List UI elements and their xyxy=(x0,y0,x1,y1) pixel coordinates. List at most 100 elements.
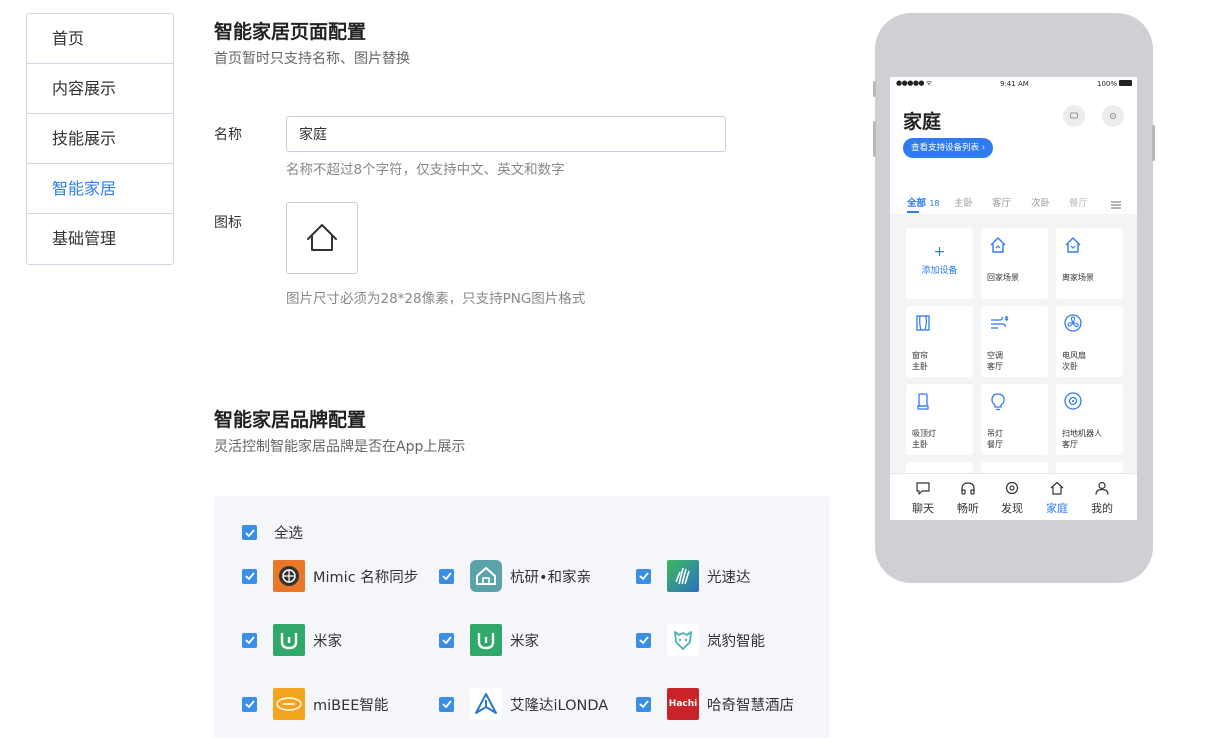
curtain-icon xyxy=(916,315,930,331)
tab-discover[interactable]: 发现 xyxy=(992,480,1032,516)
page-config-subtitle: 首页暂时只支持名称、图片替换 xyxy=(214,51,410,67)
menu-item-smart-home[interactable]: 智能家居 xyxy=(27,164,173,214)
signal-indicator: ●●●●● ᯤ xyxy=(896,79,932,87)
name-hint: 名称不超过8个字符，仅支持中文、英文和数字 xyxy=(286,162,565,178)
hejiaqin-logo xyxy=(470,560,502,592)
brand-checkbox[interactable] xyxy=(636,568,651,584)
tab-all-count: 18 xyxy=(929,199,940,208)
tab-me-label: 我的 xyxy=(1091,502,1113,515)
brand-checkbox[interactable] xyxy=(636,696,651,712)
name-input[interactable] xyxy=(286,116,726,152)
brand-name: 哈奇智慧酒店 xyxy=(707,697,794,714)
tab-home[interactable]: 家庭 xyxy=(1037,480,1077,516)
brand-config-subtitle: 灵活控制智能家居品牌是否在App上展示 xyxy=(214,439,466,455)
device-card[interactable]: 回家场景 xyxy=(981,228,1048,299)
mijia-logo xyxy=(470,624,502,656)
tab-all[interactable]: 全部 18 xyxy=(907,195,940,209)
tab-me[interactable]: 我的 xyxy=(1082,480,1122,516)
tab-second-bedroom[interactable]: 次卧 xyxy=(1031,195,1050,209)
home-icon xyxy=(1050,481,1064,495)
discover-icon xyxy=(1005,481,1019,495)
tab-chat-label: 聊天 xyxy=(912,502,934,515)
device-list-button[interactable]: 查看支持设备列表 › xyxy=(903,138,994,158)
hachi-logo: Hachi xyxy=(667,688,699,720)
icon-upload-box[interactable] xyxy=(286,202,358,274)
mibee-logo xyxy=(273,688,305,720)
select-all-row: 全选 xyxy=(242,522,303,543)
select-all-checkbox[interactable] xyxy=(242,525,257,540)
brand-checkbox[interactable] xyxy=(242,696,257,712)
brand-item: 艾隆达iLONDA xyxy=(439,688,608,720)
device-card[interactable]: 扫地机器人 客厅 xyxy=(1056,384,1123,455)
brand-item: miBEE智能 xyxy=(242,688,388,720)
brand-checkbox[interactable] xyxy=(242,568,257,584)
ilonda-logo xyxy=(470,688,502,720)
phone-header: 家庭 查看支持设备列表 › 全部 18 主卧 客厅 次卧 餐厅 xyxy=(890,91,1137,214)
device-card[interactable]: 空调 客厅 xyxy=(981,306,1048,377)
brand-item: 米家 xyxy=(439,624,539,656)
name-label: 名称 xyxy=(214,127,242,143)
tab-listen[interactable]: 畅听 xyxy=(948,480,988,516)
tab-all-label: 全部 xyxy=(907,198,927,209)
brand-name: Mimic 名称同步 xyxy=(313,569,419,586)
device-card[interactable]: 电风扇 次卧 xyxy=(1056,306,1123,377)
menu-icon[interactable] xyxy=(1111,195,1121,214)
brand-name: 岚豹智能 xyxy=(707,633,765,650)
tab-master-bedroom[interactable]: 主卧 xyxy=(954,195,973,209)
select-all-label: 全选 xyxy=(274,526,303,542)
lanbao-logo xyxy=(667,624,699,656)
device-card[interactable]: 窗帘 主卧 xyxy=(906,306,973,377)
battery-icon xyxy=(1119,80,1132,86)
brand-name: 杭研•和家亲 xyxy=(510,569,592,586)
room-tabs: 全部 18 主卧 客厅 次卧 餐厅 xyxy=(890,191,1137,213)
brand-name: 艾隆达iLONDA xyxy=(510,697,609,714)
phone-tab-bar: 聊天 畅听 发现 家庭 我的 xyxy=(890,473,1137,520)
menu-item-home[interactable]: 首页 xyxy=(27,14,173,64)
menu-item-skills[interactable]: 技能展示 xyxy=(27,114,173,164)
phone-power-button xyxy=(1152,125,1155,161)
leave-scene-icon xyxy=(1065,237,1081,253)
phone-screen: ●●●●● ᯤ 9:41 AM 100% 家庭 查看支持设备列表 › 全部 18… xyxy=(890,77,1137,520)
brand-config-title: 智能家居品牌配置 xyxy=(214,409,367,431)
user-icon xyxy=(1095,481,1109,495)
robot-vacuum-icon xyxy=(1064,392,1082,410)
brand-item: 杭研•和家亲 xyxy=(439,560,591,592)
tab-living-room[interactable]: 客厅 xyxy=(992,195,1011,209)
brand-name: 光速达 xyxy=(707,569,751,586)
device-name: 离家场景 xyxy=(1062,273,1094,282)
brand-checkbox[interactable] xyxy=(439,696,454,712)
device-card[interactable]: 吊灯 餐厅 xyxy=(981,384,1048,455)
mijia-logo xyxy=(273,624,305,656)
bulb-icon xyxy=(991,393,1005,411)
brand-checkbox[interactable] xyxy=(439,568,454,584)
phone-mute-button xyxy=(873,81,876,97)
tab-home-label: 家庭 xyxy=(1046,502,1068,515)
plus-icon: + xyxy=(933,244,946,260)
menu-item-basic-management[interactable]: 基础管理 xyxy=(27,214,173,264)
tab-dining-room[interactable]: 餐厅 xyxy=(1069,195,1088,209)
phone-title: 家庭 xyxy=(903,111,942,133)
tab-underline xyxy=(907,211,919,213)
device-card[interactable]: 吸顶灯 主卧 xyxy=(906,384,973,455)
ceiling-light-icon xyxy=(917,393,929,410)
device-name: 空调 客厅 xyxy=(987,351,1003,371)
message-icon[interactable] xyxy=(1063,105,1085,127)
device-name: 窗帘 主卧 xyxy=(912,351,928,371)
tab-chat[interactable]: 聊天 xyxy=(903,480,943,516)
brand-checkbox[interactable] xyxy=(242,632,257,648)
device-name: 扫地机器人 客厅 xyxy=(1062,429,1102,449)
menu-item-content[interactable]: 内容展示 xyxy=(27,64,173,114)
status-bar: ●●●●● ᯤ 9:41 AM 100% xyxy=(890,77,1137,91)
brand-name: miBEE智能 xyxy=(313,697,389,714)
brand-checkbox[interactable] xyxy=(636,632,651,648)
settings-icon[interactable] xyxy=(1102,105,1124,127)
air-conditioner-icon xyxy=(991,316,1009,329)
brand-checkbox[interactable] xyxy=(439,632,454,648)
status-time: 9:41 AM xyxy=(1000,80,1029,88)
tab-listen-label: 畅听 xyxy=(957,502,979,515)
brand-panel: 全选 Mimic 名称同步 杭研•和家亲 光速达 米家 米家 岚豹智能 miBE… xyxy=(214,496,830,738)
brand-item: 光速达 xyxy=(636,560,751,592)
device-card[interactable]: 离家场景 xyxy=(1056,228,1123,299)
add-device-card[interactable]: + 添加设备 xyxy=(906,228,973,299)
page-config-title: 智能家居页面配置 xyxy=(214,21,367,43)
